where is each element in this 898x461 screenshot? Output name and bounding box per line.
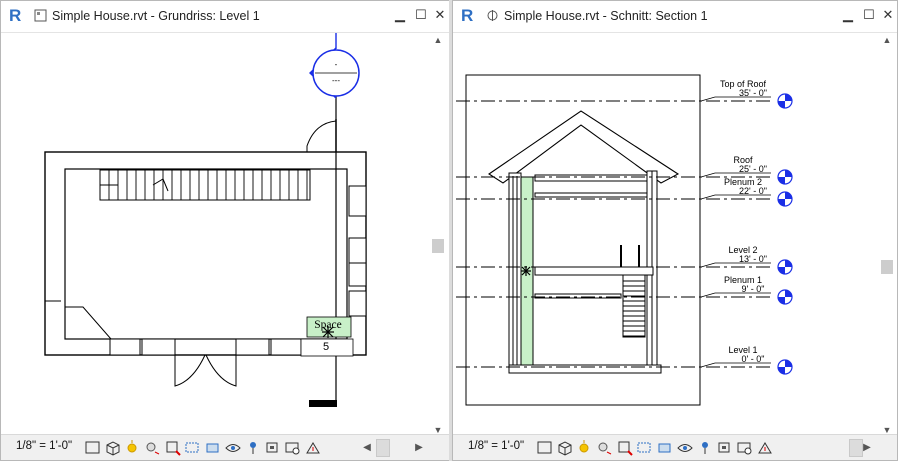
maximize-button[interactable]: ☐ <box>414 8 428 22</box>
level-elevation: 13' - 0" <box>739 254 767 264</box>
revit-logo-icon: R <box>461 6 474 25</box>
view-scale[interactable]: 1/8" = 1'-0" <box>16 440 72 452</box>
shadows-icon[interactable] <box>596 439 613 456</box>
level-head-icon[interactable] <box>777 169 793 185</box>
right-vertical-scrollbar[interactable]: ▲ ▼ <box>879 33 895 437</box>
reveal-hidden-icon[interactable] <box>224 439 241 456</box>
section-end-marker <box>309 400 337 407</box>
scroll-thumb[interactable] <box>432 239 444 253</box>
analysis-icon[interactable] <box>736 439 753 456</box>
show-crop-icon[interactable] <box>636 439 653 456</box>
level-head-icon[interactable] <box>777 259 793 275</box>
entry-door <box>174 354 237 387</box>
level-head-icon[interactable] <box>777 93 793 109</box>
room-number: 5 <box>323 341 329 353</box>
scroll-left-arrow[interactable]: ◀ <box>361 440 373 456</box>
left-vertical-scrollbar[interactable]: ▲ ▼ <box>430 33 446 437</box>
pin-icon[interactable] <box>244 439 261 456</box>
scroll-right-arrow[interactable]: ▶ <box>413 440 425 456</box>
stair <box>99 169 311 201</box>
view-scale[interactable]: 1/8" = 1'-0" <box>468 440 524 452</box>
scroll-thumb[interactable] <box>881 260 893 274</box>
level-elevation: 22' - 0" <box>739 186 767 196</box>
level-head-icon[interactable] <box>777 191 793 207</box>
floor-plan-canvas[interactable]: - --- Space 5 <box>3 33 431 437</box>
right-title-bar[interactable]: R Simple House.rvt - Schnitt: Section 1 … <box>453 1 897 33</box>
crop-view-icon[interactable] <box>164 439 181 456</box>
right-window-title: Simple House.rvt - Schnitt: Section 1 <box>504 9 708 23</box>
crop-region <box>465 74 701 406</box>
show-crop-icon[interactable] <box>184 439 201 456</box>
close-button[interactable]: ✕ <box>433 8 447 22</box>
room-tag-cross-icon <box>322 326 334 338</box>
sun-path-icon[interactable] <box>576 439 593 456</box>
left-window-title: Simple House.rvt - Grundriss: Level 1 <box>52 9 260 23</box>
visual-style-icon[interactable] <box>536 439 553 456</box>
reveal-hidden-icon[interactable] <box>676 439 693 456</box>
sun-path-icon[interactable] <box>124 439 141 456</box>
floor-plan-view-icon <box>34 9 47 22</box>
highlight-icon[interactable] <box>304 439 321 456</box>
south-windows <box>109 338 302 356</box>
left-title-bar[interactable]: R Simple House.rvt - Grundriss: Level 1 … <box>1 1 449 33</box>
view-control-tools <box>536 439 776 457</box>
scroll-up-arrow[interactable]: ▲ <box>879 33 895 47</box>
exterior-wall-inner <box>64 168 348 340</box>
temporary-hide-icon[interactable] <box>656 439 673 456</box>
east-windows <box>348 185 367 317</box>
3d-box-icon[interactable] <box>104 439 121 456</box>
horizontal-scroll-thumb[interactable] <box>849 439 863 457</box>
callout-top-text: - <box>335 60 338 69</box>
crop-view-icon[interactable] <box>616 439 633 456</box>
level-head-icon[interactable] <box>777 359 793 375</box>
visual-style-icon[interactable] <box>84 439 101 456</box>
revit-logo-icon: R <box>9 6 22 25</box>
worksharing-icon[interactable] <box>264 439 281 456</box>
close-button[interactable]: ✕ <box>881 8 895 22</box>
level-elevation: 25' - 0" <box>739 164 767 174</box>
maximize-button[interactable]: ☐ <box>862 8 876 22</box>
3d-box-icon[interactable] <box>556 439 573 456</box>
floor-plan-window: R Simple House.rvt - Grundriss: Level 1 … <box>0 0 450 461</box>
left-view-control-bar: 1/8" = 1'-0" ◀ ▶ <box>1 434 449 460</box>
view-control-tools <box>84 439 324 457</box>
level-elevation: 9' - 0" <box>742 284 765 294</box>
horizontal-scroll-thumb[interactable] <box>376 439 390 457</box>
section-view-icon <box>487 10 498 21</box>
shadows-icon[interactable] <box>144 439 161 456</box>
section-canvas[interactable]: Top of Roof35' - 0"Roof25' - 0"Plenum 22… <box>455 33 879 437</box>
minimize-button[interactable]: ▁ <box>841 8 855 22</box>
temporary-hide-icon[interactable] <box>204 439 221 456</box>
right-view-control-bar: 1/8" = 1'-0" ▶ <box>453 434 897 460</box>
analysis-icon[interactable] <box>284 439 301 456</box>
pin-icon[interactable] <box>696 439 713 456</box>
scroll-up-arrow[interactable]: ▲ <box>430 33 446 47</box>
minimize-button[interactable]: ▁ <box>393 8 407 22</box>
level-elevation: 35' - 0" <box>739 88 767 98</box>
level-elevation: 0' - 0" <box>742 354 765 364</box>
worksharing-icon[interactable] <box>716 439 733 456</box>
callout-bottom-text: --- <box>332 76 340 85</box>
highlight-icon[interactable] <box>756 439 773 456</box>
room-tag: Space 5 <box>300 316 354 357</box>
level-top-of-roof[interactable]: Top of Roof35' - 0" <box>456 79 793 109</box>
level-head-icon[interactable] <box>777 289 793 305</box>
section-head-callout: - --- <box>309 33 360 99</box>
section-window: R Simple House.rvt - Schnitt: Section 1 … <box>452 0 898 461</box>
